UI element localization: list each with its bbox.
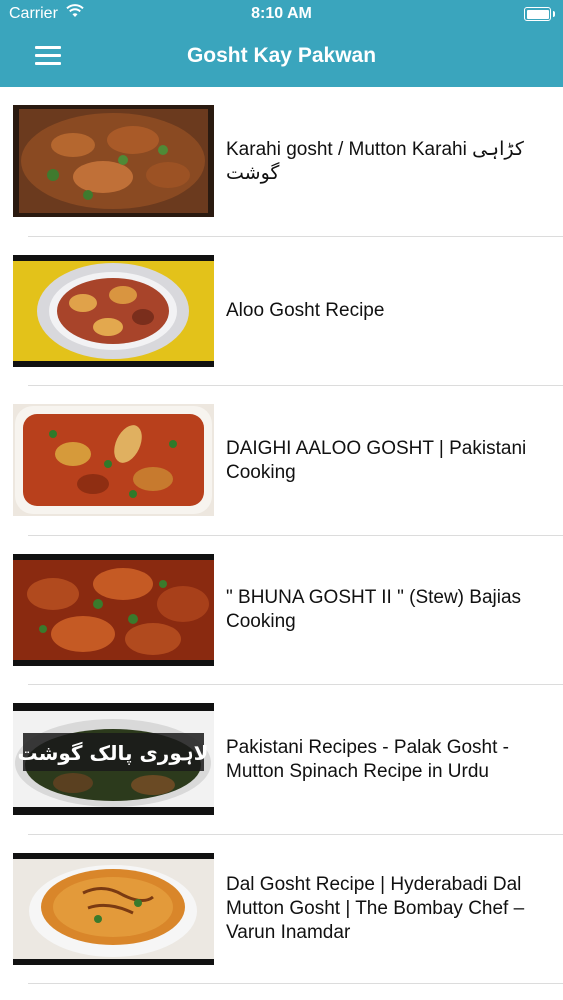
- recipe-title: Aloo Gosht Recipe: [226, 300, 385, 322]
- list-item[interactable]: Dal Gosht Recipe | Hyderabadi Dal Mutton…: [0, 835, 563, 984]
- recipe-list: Karahi gosht / Mutton Karahi کڑاہی گوشت …: [0, 87, 563, 984]
- recipe-title: " BHUNA GOSHT II " (Stew) Bajias Cooking: [226, 587, 522, 633]
- palak-gosht-photo: لاہوری پالک گوشت: [13, 703, 214, 815]
- recipe-title: Karahi gosht / Mutton Karahi کڑاہی گوشت: [226, 138, 524, 184]
- recipe-title: DAIGHI AALOO GOSHT | Pakistani Cooking: [226, 437, 527, 483]
- recipe-title: Pakistani Recipes - Palak Gosht - Mutton…: [226, 736, 510, 782]
- list-item[interactable]: Aloo Gosht Recipe: [0, 237, 563, 386]
- list-item[interactable]: Karahi gosht / Mutton Karahi کڑاہی گوشت: [0, 87, 563, 237]
- page-title: Gosht Kay Pakwan: [186, 44, 377, 67]
- row-divider: [28, 983, 563, 984]
- list-item[interactable]: لاہوری پالک گوشت Pakistani Recipes - Pal…: [0, 685, 563, 835]
- status-time: 8:10 AM: [251, 5, 312, 22]
- nav-bar: Carrier 8:10 AM Gosht Kay Pakwan: [0, 0, 563, 87]
- aloo-gosht-photo: [13, 254, 214, 367]
- dal-gosht-photo: [13, 852, 214, 965]
- list-item[interactable]: " BHUNA GOSHT II " (Stew) Bajias Cooking: [0, 536, 563, 685]
- daighi-aaloo-gosht-photo: [13, 404, 214, 516]
- karahi-gosht-photo: [13, 105, 214, 217]
- bhuna-gosht-photo: [13, 553, 214, 666]
- status-bar: Carrier 8:10 AM: [0, 0, 563, 30]
- recipe-title: Dal Gosht Recipe | Hyderabadi Dal Mutton…: [226, 874, 525, 944]
- battery-icon: [524, 7, 555, 21]
- thumb-urdu-text: لاہوری پالک گوشت: [18, 741, 209, 766]
- list-item[interactable]: DAIGHI AALOO GOSHT | Pakistani Cooking: [0, 386, 563, 536]
